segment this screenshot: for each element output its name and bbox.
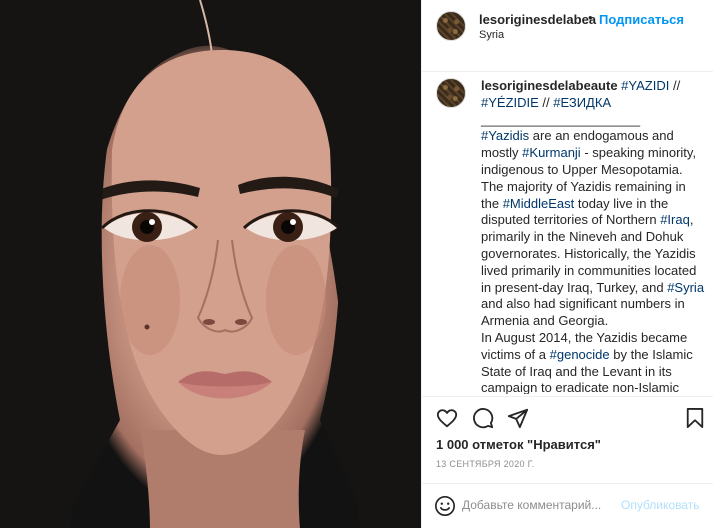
caption-text-segment: The majority of Yazidis remaining in (481, 178, 686, 194)
hashtag-link[interactable]: #YAZIDI (621, 78, 669, 93)
heart-icon[interactable] (436, 407, 458, 434)
caption-text-segment: , (689, 212, 694, 228)
emoji-icon[interactable] (434, 495, 456, 522)
hashtag-link[interactable]: #YÉZIDIE (481, 95, 539, 110)
comment-input[interactable] (462, 498, 622, 512)
hashtag-link[interactable]: #ЕЗИДКА (553, 95, 611, 110)
caption-line: ______________________ (481, 112, 709, 129)
caption-line: governorates. Historically, the Yazidis (481, 246, 709, 263)
caption-line: victims of a #genocide by the Islamic (481, 347, 709, 364)
caption-text-segment: State of Iraq and the Levant in its (481, 363, 672, 379)
header-username[interactable]: lesoriginesdelabea (479, 12, 596, 27)
caption-text-segment: and also had significant numbers in (481, 296, 685, 312)
caption-text-segment: mostly (481, 145, 523, 161)
caption-text-segment: // (538, 94, 554, 110)
portrait-illustration (0, 0, 421, 528)
caption-line: disputed territories of Northern #Iraq, (481, 212, 709, 229)
caption-line: #Yazidis are an endogamous and (481, 128, 709, 145)
caption-text-segment: In August 2014, the Yazidis became (481, 329, 688, 345)
caption-avatar[interactable] (436, 78, 466, 108)
caption-line: State of Iraq and the Levant in its (481, 364, 709, 381)
actions-bar: 1 000 отметок "Нравится" 13 СЕНТЯБРЯ 202… (422, 396, 713, 528)
caption-text-segment: disputed territories of Northern (481, 212, 661, 228)
caption-text: lesoriginesdelabeaute #YAZIDI //#YÉZIDIE… (481, 78, 709, 394)
caption-text-segment: victims of a (481, 346, 550, 362)
hashtag-link[interactable]: #Iraq (660, 212, 690, 227)
avatar[interactable] (436, 11, 466, 41)
caption-line: Armenia and Georgia. (481, 313, 709, 330)
caption-text-segment: campaign to eradicate non-Islamic (481, 380, 679, 394)
caption-text-segment: governorates. Historically, the Yazidis (481, 245, 696, 261)
caption-text-segment: lived primarily in communities located (481, 262, 697, 278)
hashtag-link[interactable]: #Yazidis (481, 128, 529, 143)
caption-text-segment: Armenia and Georgia. (481, 313, 609, 329)
caption-line: primarily in the Nineveh and Dohuk (481, 229, 709, 246)
comment-icon[interactable] (472, 407, 494, 434)
caption-line: in present-day Iraq, Turkey, and #Syria (481, 280, 709, 297)
caption-line: lived primarily in communities located (481, 263, 709, 280)
caption-text-segment: // (669, 78, 681, 93)
separator-dot: • (588, 10, 593, 25)
post-header: lesoriginesdelabea • Подписаться Syria (422, 0, 713, 72)
caption-text-segment: primarily in the Nineveh and Dohuk (481, 229, 684, 245)
caption-line: lesoriginesdelabeaute #YAZIDI // (481, 78, 709, 95)
caption-text-segment: are an endogamous and (529, 128, 674, 144)
caption-text-segment: ______________________ (481, 111, 641, 127)
caption-text-segment: in present-day Iraq, Turkey, and (481, 279, 668, 295)
caption-line: #YÉZIDIE // #ЕЗИДКА (481, 95, 709, 112)
follow-button[interactable]: Подписаться (599, 12, 684, 27)
caption-text-segment: by the Islamic (609, 346, 693, 362)
caption-line: mostly #Kurmanji - speaking minority, (481, 145, 709, 162)
hashtag-link[interactable]: #Kurmanji (522, 145, 581, 160)
hashtag-link[interactable]: #genocide (550, 347, 610, 362)
comment-row: Опубликовать (422, 483, 713, 528)
post-comment-button[interactable]: Опубликовать (621, 498, 699, 512)
post-photo[interactable] (0, 0, 421, 528)
likes-count[interactable]: 1 000 отметок "Нравится" (436, 437, 601, 452)
caption-username[interactable]: lesoriginesdelabeaute (481, 78, 621, 93)
location-link[interactable]: Syria (479, 29, 504, 41)
caption-line: the #MiddleEast today live in the (481, 196, 709, 213)
caption-text-segment: indigenous to Upper Mesopotamia. (481, 161, 683, 177)
post-date: 13 СЕНТЯБРЯ 2020 Г. (436, 459, 535, 469)
hashtag-link[interactable]: #MiddleEast (503, 196, 575, 211)
caption-line: In August 2014, the Yazidis became (481, 330, 709, 347)
share-icon[interactable] (507, 407, 529, 434)
caption-line: and also had significant numbers in (481, 296, 709, 313)
caption-text-segment: - speaking minority, (580, 145, 697, 161)
caption-text-segment: today live in the (574, 195, 669, 211)
caption-area: lesoriginesdelabeaute #YAZIDI //#YÉZIDIE… (422, 72, 713, 394)
hashtag-link[interactable]: #Syria (667, 280, 704, 295)
caption-line: campaign to eradicate non-Islamic (481, 380, 709, 394)
post-side-panel: lesoriginesdelabea • Подписаться Syria l… (421, 0, 713, 528)
bookmark-icon[interactable] (685, 407, 705, 434)
caption-text-segment: the (481, 195, 503, 211)
caption-line: The majority of Yazidis remaining in (481, 179, 709, 196)
caption-line: indigenous to Upper Mesopotamia. (481, 162, 709, 179)
